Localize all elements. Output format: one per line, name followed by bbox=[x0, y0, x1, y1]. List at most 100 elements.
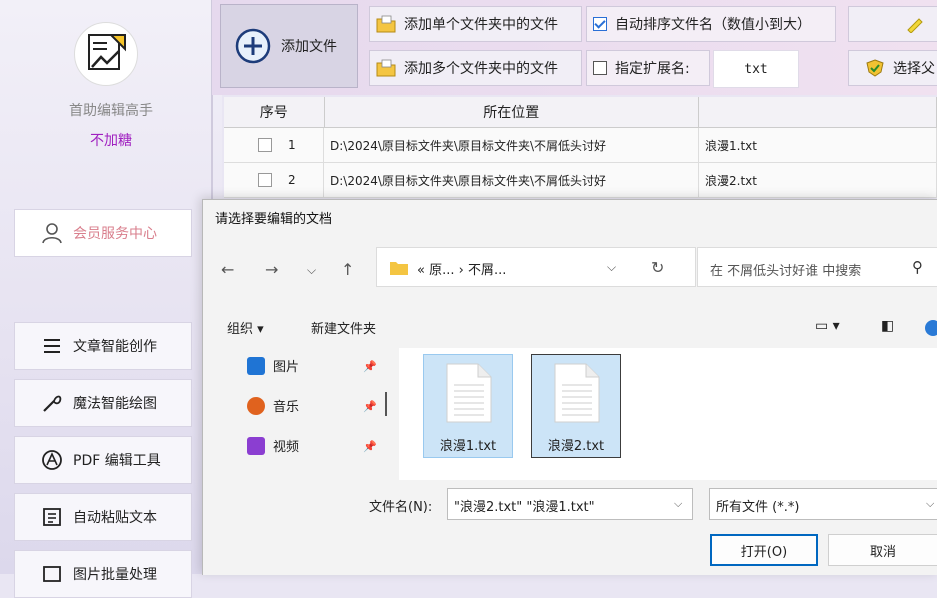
folder-icon bbox=[376, 15, 396, 33]
file-name: 浪漫2.txt bbox=[547, 439, 605, 454]
sidebar-item-label: 图片批量处理 bbox=[73, 567, 157, 583]
row-index: 1 bbox=[288, 138, 296, 152]
chevron-down-icon[interactable]: ⌵ bbox=[926, 497, 934, 511]
address-path: « 原... › 不屑... bbox=[417, 263, 507, 278]
list-icon bbox=[44, 339, 60, 353]
filename-input[interactable]: "浪漫2.txt" "浪漫1.txt" ⌵ bbox=[447, 488, 693, 520]
column-header-name[interactable] bbox=[699, 97, 937, 127]
preview-pane-icon[interactable]: ◧ bbox=[881, 318, 894, 334]
file-name: 浪漫1.txt bbox=[439, 439, 497, 454]
chevron-down-icon[interactable]: ⌵ bbox=[607, 260, 616, 275]
magic-wand-icon bbox=[43, 395, 62, 412]
file-tile[interactable]: 浪漫1.txt bbox=[423, 354, 513, 458]
row-filename: 浪漫2.txt bbox=[699, 163, 937, 197]
nav-item-label: 图片 bbox=[273, 360, 300, 375]
up-arrow-icon[interactable]: ↑ bbox=[341, 260, 354, 279]
member-service-label: 会员服务中心 bbox=[73, 226, 157, 242]
member-service-button[interactable]: 会员服务中心 bbox=[14, 209, 192, 257]
row-checkbox[interactable] bbox=[258, 138, 272, 152]
row-index: 2 bbox=[288, 173, 296, 187]
text-file-icon bbox=[554, 363, 600, 423]
file-tile[interactable]: 浪漫2.txt bbox=[531, 354, 621, 458]
sidebar-item-article[interactable]: 文章智能创作 bbox=[14, 322, 192, 370]
pin-icon[interactable]: 📌 bbox=[363, 440, 377, 453]
text-file-icon bbox=[446, 363, 492, 423]
command-bar: 组织 ▾ 新建文件夹 ▭ ▾ ◧ bbox=[203, 308, 937, 348]
pin-icon[interactable]: 📌 bbox=[363, 360, 377, 373]
search-box[interactable]: 在 不屑低头讨好谁 中搜索 ⚲ bbox=[697, 247, 937, 287]
organize-menu[interactable]: 组织 ▾ bbox=[227, 318, 264, 337]
paste-icon bbox=[43, 508, 61, 526]
search-placeholder: 在 不屑低头讨好谁 中搜索 bbox=[710, 264, 862, 279]
sidebar-item-drawing[interactable]: 魔法智能绘图 bbox=[14, 379, 192, 427]
file-type-select[interactable]: 所有文件 (*.*) ⌵ bbox=[709, 488, 937, 520]
specify-ext-checkbox[interactable]: 指定扩展名: bbox=[586, 50, 710, 86]
dialog-bottom-bar: 文件名(N): "浪漫2.txt" "浪漫1.txt" ⌵ 所有文件 (*.*)… bbox=[203, 480, 937, 575]
chevron-down-icon[interactable]: ⌵ bbox=[674, 497, 682, 511]
open-button[interactable]: 打开(O) bbox=[710, 534, 818, 566]
user-icon bbox=[42, 223, 62, 244]
extension-input[interactable]: txt bbox=[713, 50, 799, 88]
add-multi-folder-button[interactable]: 添加多个文件夹中的文件 bbox=[369, 50, 582, 86]
app-name: 首助编辑高手 bbox=[69, 103, 153, 119]
nav-item-videos[interactable]: 视频 bbox=[247, 436, 299, 455]
nav-item-music[interactable]: 音乐 bbox=[247, 396, 299, 415]
add-file-button[interactable]: 添加文件 bbox=[220, 4, 358, 88]
toolbar: 添加文件 添加单个文件夹中的文件 添加多个文件夹中的文件 自动排序文件名（数值小… bbox=[212, 0, 937, 95]
nav-pane-scrollbar[interactable] bbox=[385, 392, 387, 416]
filename-label: 文件名(N): bbox=[369, 500, 433, 515]
recent-dropdown-icon[interactable]: ⌵ bbox=[307, 263, 316, 278]
pdf-icon bbox=[42, 450, 62, 470]
nav-item-label: 视频 bbox=[273, 440, 300, 455]
sidebar-item-paste[interactable]: 自动粘贴文本 bbox=[14, 493, 192, 541]
forward-arrow-icon[interactable]: → bbox=[265, 260, 278, 279]
add-multi-folder-label: 添加多个文件夹中的文件 bbox=[404, 61, 558, 77]
table-row[interactable]: 2 D:\2024\原目标文件夹\原目标文件夹\不屑低头讨好 浪漫2.txt bbox=[224, 163, 937, 198]
dialog-title: 请选择要编辑的文档 bbox=[215, 212, 333, 227]
help-icon[interactable] bbox=[925, 320, 937, 336]
navigation-pane: 图片 📌 音乐 📌 视频 📌 bbox=[203, 348, 399, 480]
select-parent-button[interactable]: 选择父 bbox=[848, 50, 937, 86]
nav-item-label: 音乐 bbox=[273, 400, 300, 415]
file-type-value: 所有文件 (*.*) bbox=[716, 500, 800, 515]
videos-icon bbox=[247, 436, 265, 455]
specify-ext-check-icon bbox=[593, 61, 607, 75]
table-header: 序号 所在位置 bbox=[224, 97, 937, 128]
pin-icon[interactable]: 📌 bbox=[363, 400, 377, 413]
app-subtitle: 不加糖 bbox=[90, 133, 132, 149]
address-bar[interactable]: « 原... › 不屑... ⌵ ↻ bbox=[376, 247, 696, 287]
new-folder-button[interactable]: 新建文件夹 bbox=[311, 318, 376, 337]
pictures-icon bbox=[247, 356, 265, 375]
add-single-folder-button[interactable]: 添加单个文件夹中的文件 bbox=[369, 6, 582, 42]
app-logo bbox=[74, 22, 138, 86]
shield-check-icon bbox=[866, 59, 884, 77]
filename-value: "浪漫2.txt" "浪漫1.txt" bbox=[454, 500, 595, 515]
row-location: D:\2024\原目标文件夹\原目标文件夹\不屑低头讨好 bbox=[324, 163, 699, 197]
cancel-button[interactable]: 取消 bbox=[828, 534, 937, 566]
row-checkbox[interactable] bbox=[258, 173, 272, 187]
select-parent-label: 选择父 bbox=[893, 61, 935, 77]
sidebar-item-image[interactable]: 图片批量处理 bbox=[14, 550, 192, 598]
open-file-dialog: 请选择要编辑的文档 ← → ⌵ ↑ « 原... › 不屑... ⌵ ↻ 在 不… bbox=[202, 199, 937, 575]
search-icon[interactable]: ⚲ bbox=[912, 258, 923, 276]
image-icon bbox=[43, 566, 61, 582]
folder-icon bbox=[376, 59, 396, 77]
folder-icon bbox=[390, 262, 408, 275]
column-header-location[interactable]: 所在位置 bbox=[325, 97, 699, 127]
table-row[interactable]: 1 D:\2024\原目标文件夹\原目标文件夹\不屑低头讨好 浪漫1.txt bbox=[224, 128, 937, 163]
view-options-icon[interactable]: ▭ ▾ bbox=[815, 318, 840, 334]
nav-item-pictures[interactable]: 图片 bbox=[247, 356, 299, 375]
sidebar-item-label: 文章智能创作 bbox=[73, 339, 157, 355]
add-file-label: 添加文件 bbox=[281, 39, 337, 55]
file-table: 序号 所在位置 1 D:\2024\原目标文件夹\原目标文件夹\不屑低头讨好 浪… bbox=[224, 97, 937, 198]
toolbar-button-right-top[interactable] bbox=[848, 6, 937, 42]
add-single-folder-label: 添加单个文件夹中的文件 bbox=[404, 17, 558, 33]
files-view: 浪漫1.txt 浪漫2.txt bbox=[399, 348, 937, 480]
sidebar-item-label: 自动粘贴文本 bbox=[73, 510, 157, 526]
sidebar-item-pdf[interactable]: PDF 编辑工具 bbox=[14, 436, 192, 484]
refresh-icon[interactable]: ↻ bbox=[651, 258, 664, 277]
back-arrow-icon[interactable]: ← bbox=[221, 260, 234, 279]
column-header-index[interactable]: 序号 bbox=[224, 97, 325, 127]
auto-sort-checkbox[interactable]: 自动排序文件名（数值小到大） bbox=[586, 6, 836, 42]
auto-sort-label: 自动排序文件名（数值小到大） bbox=[615, 17, 811, 33]
